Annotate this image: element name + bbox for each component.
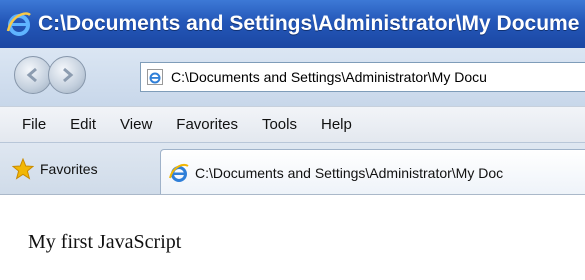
internet-explorer-icon: [6, 11, 32, 37]
menu-edit[interactable]: Edit: [70, 116, 96, 133]
back-button[interactable]: [14, 56, 52, 94]
favorites-button[interactable]: Favorites: [12, 155, 98, 183]
address-toolbar: C:\Documents and Settings\Administrator\…: [0, 48, 585, 106]
page-body-text: My first JavaScript: [28, 231, 182, 253]
page-content: My first JavaScript: [0, 194, 585, 280]
forward-button[interactable]: [48, 56, 86, 94]
menu-help[interactable]: Help: [321, 116, 352, 133]
menu-bar: File Edit View Favorites Tools Help: [0, 106, 585, 142]
favorites-label: Favorites: [40, 161, 98, 177]
menu-favorites[interactable]: Favorites: [176, 116, 238, 133]
tab-current-page[interactable]: C:\Documents and Settings\Administrator\…: [160, 149, 585, 195]
star-icon: [12, 158, 34, 180]
window-title: C:\Documents and Settings\Administrator\…: [38, 12, 580, 35]
address-url: C:\Documents and Settings\Administrator\…: [171, 69, 487, 85]
tab-title: C:\Documents and Settings\Administrator\…: [195, 164, 504, 181]
window-title-bar: C:\Documents and Settings\Administrator\…: [0, 0, 585, 48]
favorites-bar: Favorites C:\Documents and Settings\Admi…: [0, 142, 585, 195]
ie-tab-icon: [169, 163, 189, 182]
ie-page-icon: [147, 69, 163, 85]
menu-view[interactable]: View: [120, 116, 152, 133]
menu-tools[interactable]: Tools: [262, 116, 297, 133]
back-arrow-icon: [26, 67, 37, 83]
address-input[interactable]: C:\Documents and Settings\Administrator\…: [140, 62, 585, 92]
forward-arrow-icon: [63, 67, 74, 83]
menu-file[interactable]: File: [22, 116, 46, 133]
